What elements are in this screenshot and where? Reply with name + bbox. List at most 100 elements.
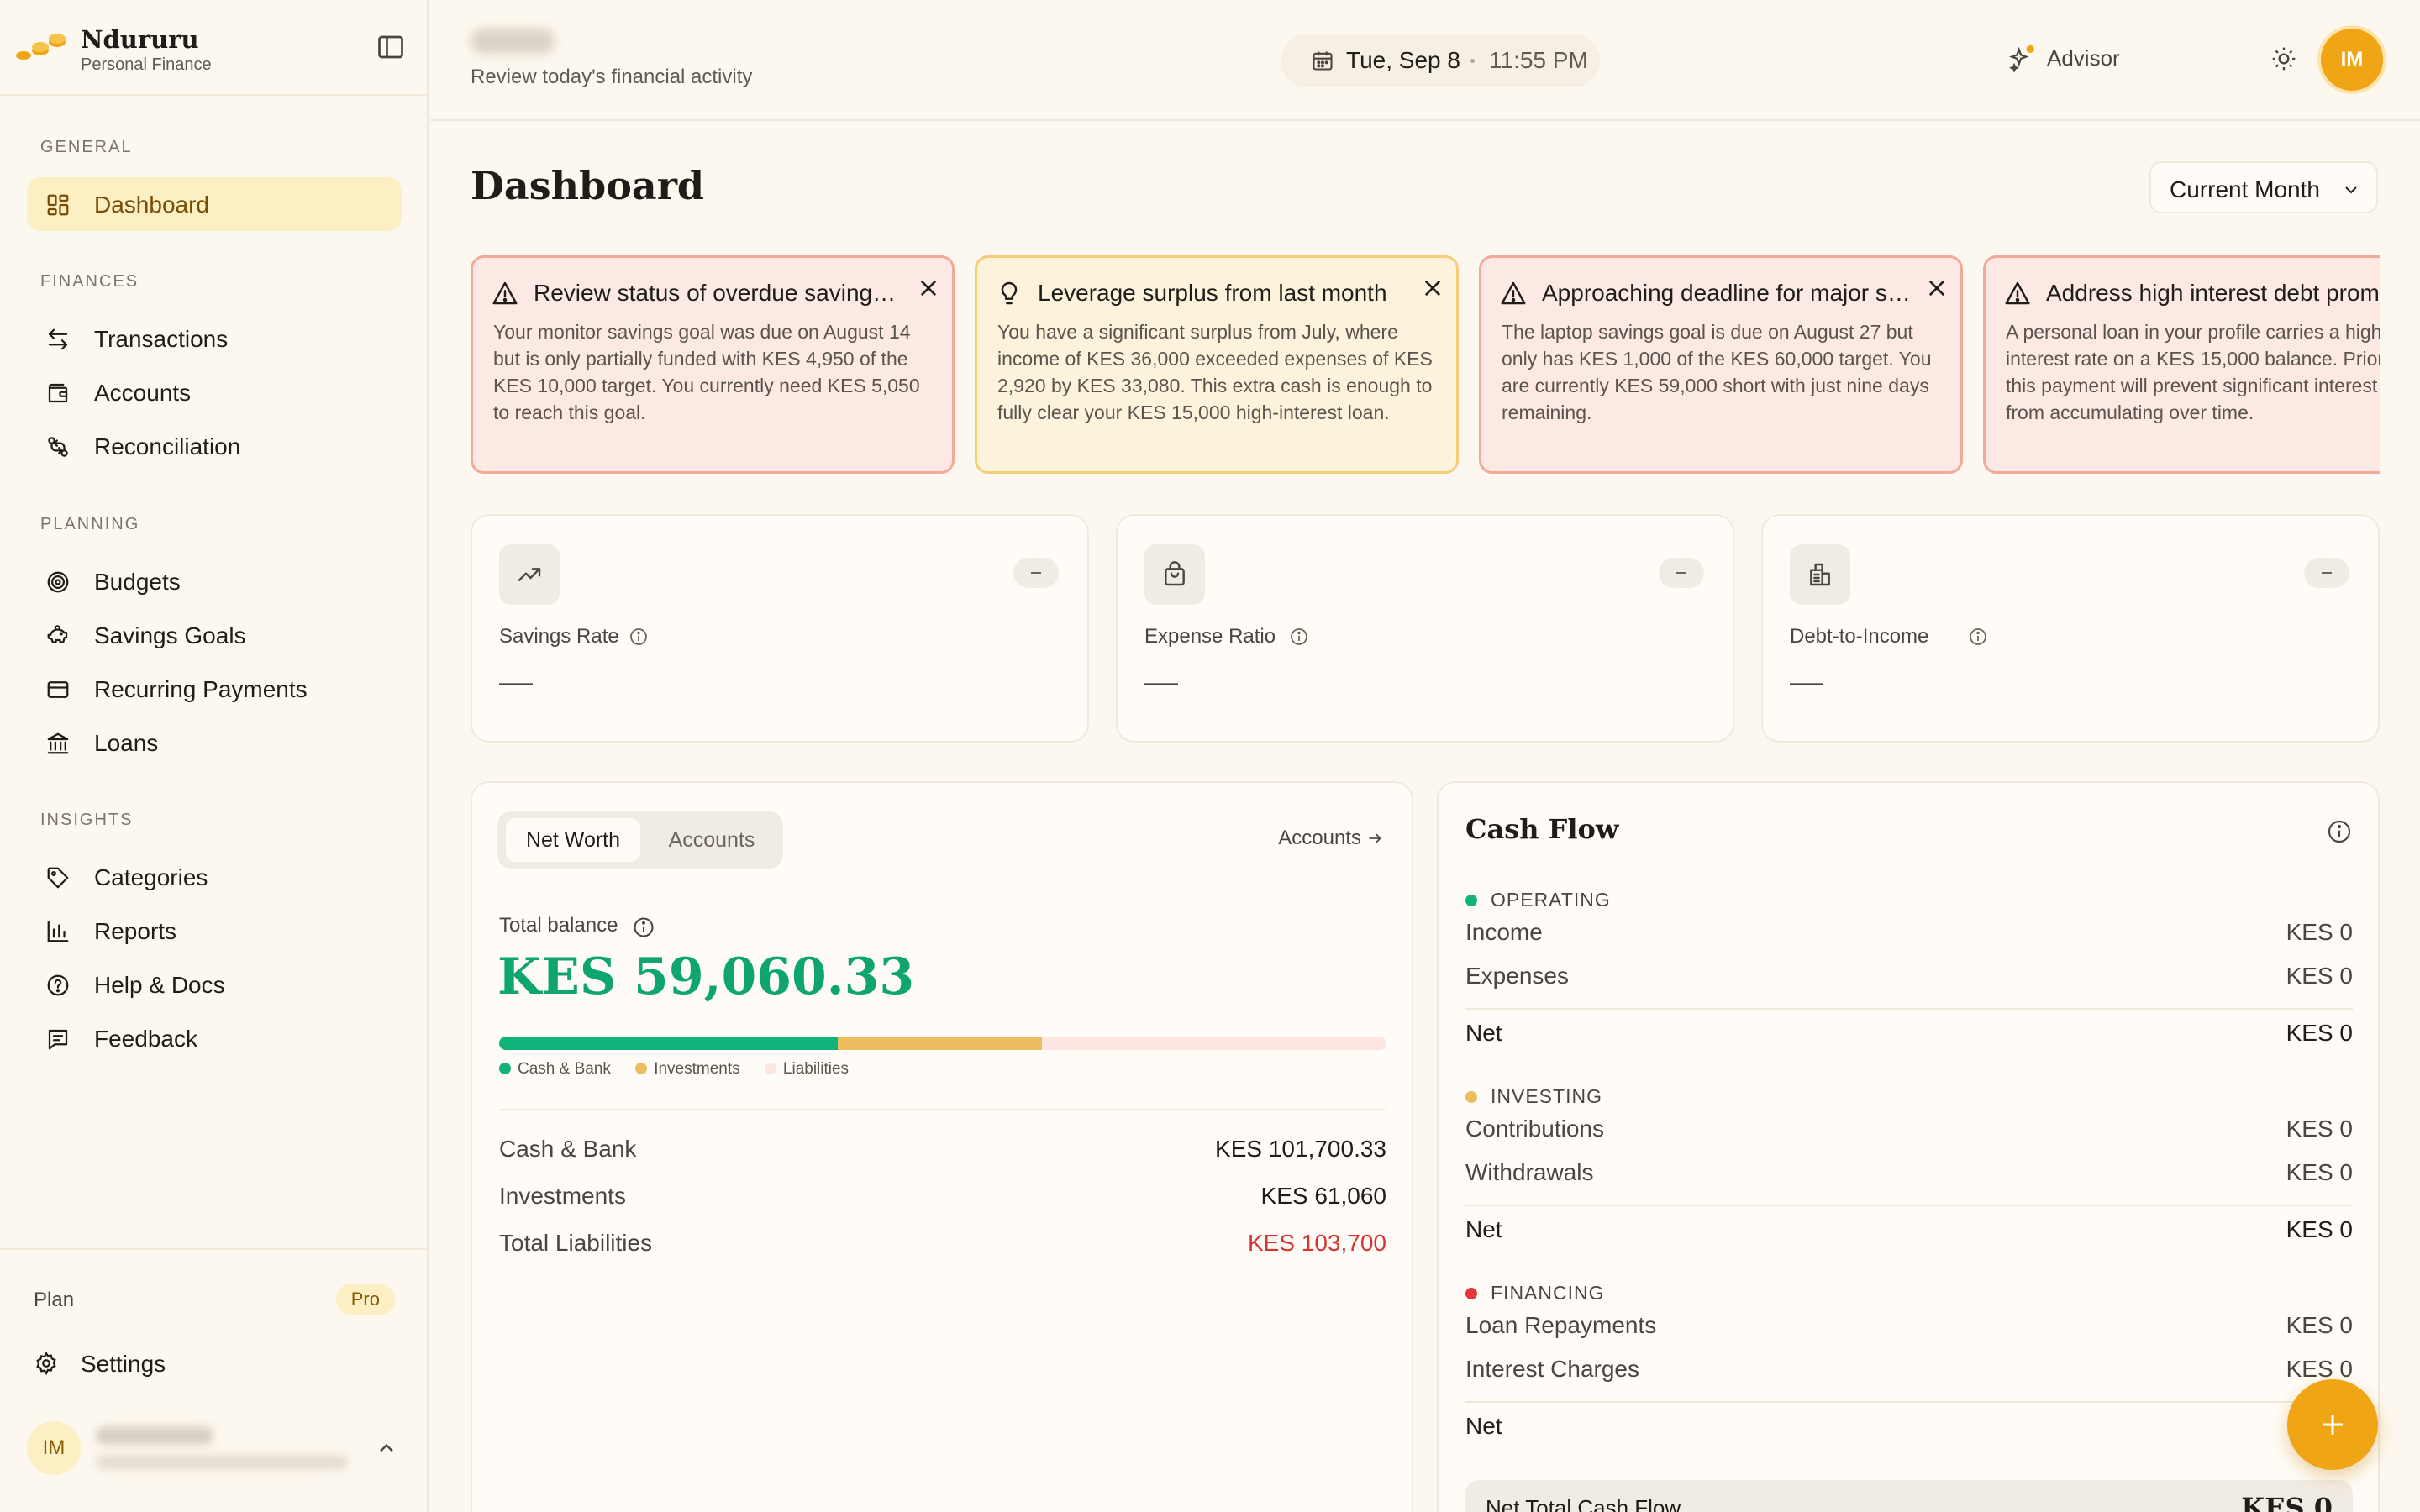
total-balance-label: Total balance — [499, 914, 618, 937]
sidebar-item-reconciliation[interactable]: Reconciliation — [27, 419, 402, 473]
period-select-value: Current Month — [2170, 176, 2320, 202]
info-icon[interactable] — [632, 916, 655, 939]
insight-alert[interactable]: Approaching deadline for major savings g… — [1479, 255, 1963, 474]
sidebar-item-label: Savings Goals — [94, 622, 246, 648]
cash-flow-card: Cash Flow OPERATING Income KES 0 Expense… — [1437, 781, 2380, 1512]
sidebar-item-label: Reconciliation — [94, 433, 241, 459]
kpi-icon-box — [1144, 544, 1205, 605]
brand-name: Ndururu — [81, 25, 199, 54]
kpi-label: Expense Ratio — [1144, 625, 1276, 648]
alert-title: Address high interest debt promptly — [2046, 280, 2380, 306]
kpi-collapse-button[interactable] — [2304, 558, 2349, 588]
bar-chart-icon — [47, 921, 69, 942]
accounts-link[interactable]: Accounts — [1278, 827, 1383, 850]
info-icon[interactable] — [2326, 818, 2353, 845]
close-icon[interactable] — [1925, 276, 1949, 300]
sidebar-item-recurring-payments[interactable]: Recurring Payments — [27, 662, 402, 716]
user-menu[interactable]: IM — [27, 1421, 403, 1482]
advisor-button[interactable]: Advisor — [2008, 42, 2134, 76]
brand[interactable]: Ndururu Personal Finance — [15, 24, 412, 74]
sidebar-item-label: Reports — [94, 918, 177, 944]
info-icon[interactable] — [1289, 627, 1309, 647]
sidebar-item-budgets[interactable]: Budgets — [27, 554, 402, 608]
net-worth-row: Investments KES 61,060 — [499, 1183, 1386, 1216]
close-icon[interactable] — [1421, 276, 1444, 300]
legend-item: Liabilities — [764, 1060, 850, 1078]
sidebar-item-settings[interactable]: Settings — [34, 1347, 395, 1381]
sidebar-item-label: Budgets — [94, 569, 181, 595]
section-dot — [1465, 1288, 1477, 1299]
avatar: IM — [27, 1421, 81, 1475]
cash-flow-section-operating: OPERATING — [1465, 889, 1611, 911]
cash-flow-section-investing: INVESTING — [1465, 1085, 1602, 1108]
sparkles-icon — [2008, 45, 2034, 72]
sidebar-item-reports[interactable]: Reports — [27, 904, 402, 958]
legend-dot — [764, 1063, 776, 1074]
sidebar-item-savings-goals[interactable]: Savings Goals — [27, 608, 402, 662]
greeting-redacted — [471, 29, 555, 54]
sidebar-item-label: Dashboard — [94, 192, 209, 218]
insight-alerts: Review status of overdue savings goal Yo… — [471, 255, 2380, 474]
cash-flow-row-value: KES 0 — [2286, 1159, 2353, 1185]
legend-dot — [635, 1063, 648, 1074]
sidebar-item-loans[interactable]: Loans — [27, 716, 402, 769]
sidebar-toggle-icon[interactable] — [375, 32, 407, 62]
sidebar-item-help-docs[interactable]: Help & Docs — [27, 958, 402, 1011]
sidebar-section-finances: FINANCES — [40, 272, 139, 291]
sidebar-item-dashboard[interactable]: Dashboard — [27, 177, 402, 231]
close-icon[interactable] — [917, 276, 940, 300]
alert-body: A personal loan in your profile carries … — [2006, 321, 2380, 423]
period-select[interactable]: Current Month — [2149, 161, 2378, 213]
add-transaction-button[interactable] — [2287, 1379, 2378, 1470]
divider — [1465, 1401, 2353, 1403]
cash-flow-row-value: KES 0 — [2286, 1356, 2353, 1382]
kpi-collapse-button[interactable] — [1013, 558, 1059, 588]
cash-flow-total-label: Net Total Cash Flow — [1486, 1495, 1681, 1512]
kpi-value: — — [1790, 664, 1823, 701]
info-icon[interactable] — [629, 627, 649, 647]
cash-flow-section-financing: FINANCING — [1465, 1282, 1605, 1305]
info-icon[interactable] — [1968, 627, 1988, 647]
warning-icon — [492, 281, 518, 305]
section-dot — [1465, 895, 1477, 906]
tab-accounts[interactable]: Accounts — [649, 818, 775, 862]
insight-alert[interactable]: Leverage surplus from last month You hav… — [975, 255, 1459, 474]
kpi-value: — — [499, 664, 533, 701]
current-time: 11:55 PM — [1489, 47, 1588, 73]
kpi-collapse-button[interactable] — [1659, 558, 1704, 588]
cash-flow-row-label: Income — [1465, 919, 1543, 945]
legend-label: Liabilities — [782, 1060, 850, 1078]
insight-alert[interactable]: Address high interest debt promptly A pe… — [1983, 255, 2380, 474]
sidebar-item-transactions[interactable]: Transactions — [27, 312, 402, 365]
sidebar: Ndururu Personal Finance GENERAL Dashboa… — [0, 0, 429, 1512]
cash-flow-row-label: Loan Repayments — [1465, 1312, 1657, 1338]
shopping-bag-icon — [1165, 561, 1185, 586]
cash-flow-net-value: KES 0 — [2286, 1020, 2353, 1046]
kpi-icon-box — [499, 544, 560, 605]
plan-badge[interactable]: Pro — [335, 1284, 395, 1315]
allocation-bar — [499, 1037, 1386, 1050]
chevron-down-icon — [2345, 186, 2357, 194]
legend-dot — [499, 1063, 511, 1074]
sidebar-item-categories[interactable]: Categories — [27, 850, 402, 904]
plus-icon — [2323, 1415, 2343, 1435]
section-label: OPERATING — [1491, 889, 1611, 911]
date-time-pill: Tue, Sep 8 11:55 PM — [1281, 34, 1600, 87]
page-title: Dashboard — [471, 163, 705, 208]
sidebar-item-accounts[interactable]: Accounts — [27, 365, 402, 419]
cash-flow-row-label: Contributions — [1465, 1116, 1604, 1142]
avatar[interactable]: IM — [2321, 29, 2383, 91]
insight-alert[interactable]: Review status of overdue savings goal Yo… — [471, 255, 955, 474]
alert-body: You have a significant surplus from July… — [997, 321, 1433, 423]
legend-label: Investments — [654, 1060, 740, 1078]
feedback-icon — [48, 1029, 68, 1050]
piggy-bank-icon — [47, 625, 68, 643]
kpi-expense-ratio: Expense Ratio — — [1116, 514, 1734, 743]
tab-net-worth[interactable]: Net Worth — [506, 818, 640, 862]
sidebar-item-feedback[interactable]: Feedback — [27, 1011, 402, 1065]
minus-icon — [1031, 572, 1041, 574]
kpi-icon-box — [1790, 544, 1850, 605]
lightbulb-icon — [1001, 281, 1018, 305]
sun-icon[interactable] — [2270, 45, 2297, 72]
top-header: Review today's financial activity Tue, S… — [430, 0, 2420, 121]
